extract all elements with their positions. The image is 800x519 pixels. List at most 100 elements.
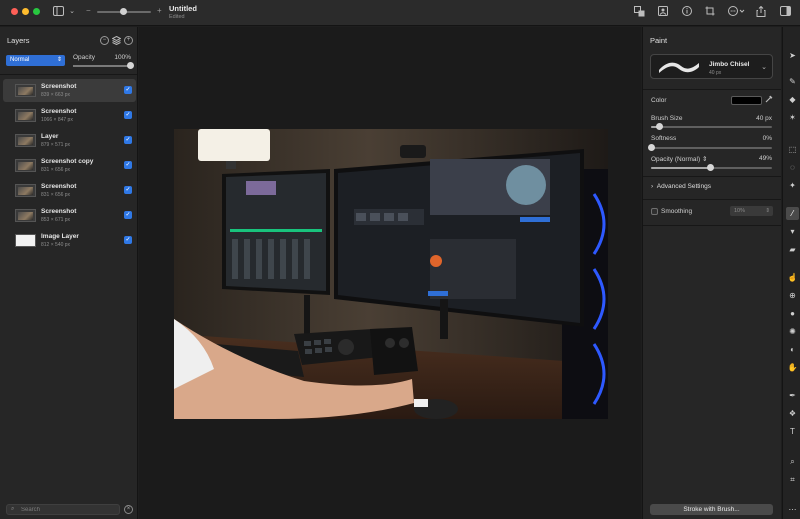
paint-opacity-slider[interactable] <box>651 164 772 171</box>
rect-select-icon[interactable]: ⬚ <box>786 143 799 156</box>
advanced-settings-toggle[interactable]: › Advanced Settings <box>651 183 711 190</box>
brush-picker[interactable]: Jimbo Chisel 40 px ⌄ <box>650 54 773 79</box>
zoom-window-button[interactable] <box>33 8 40 15</box>
zoom-out-icon[interactable]: − <box>86 6 91 15</box>
layer-row[interactable]: Screenshot 839 × 663 px ✓ <box>3 79 136 102</box>
layer-thumbnail <box>15 184 36 197</box>
layer-dimensions: 831 × 656 px <box>41 167 71 173</box>
layer-thumbnail <box>15 134 36 147</box>
brush-size-knob[interactable] <box>656 123 664 130</box>
smoothing-checkbox[interactable] <box>651 208 658 215</box>
layer-dimensions: 831 × 656 px <box>41 192 71 198</box>
canvas-area[interactable] <box>139 27 641 519</box>
paint-panel: Paint Jimbo Chisel 40 px ⌄ Color Brush S… <box>642 27 781 519</box>
layer-visibility-checkbox[interactable]: ✓ <box>124 211 132 219</box>
zoom-in-icon[interactable]: + <box>157 6 162 15</box>
layer-opacity-value: 100% <box>114 54 131 61</box>
zoom-tool-icon[interactable]: ⌕ <box>786 455 799 468</box>
pointer-tool-icon[interactable]: ➤ <box>786 49 799 62</box>
minimize-window-button[interactable] <box>22 8 29 15</box>
layer-visibility-checkbox[interactable]: ✓ <box>124 161 132 169</box>
paint-opacity-knob[interactable] <box>707 164 715 171</box>
zoom-slider-knob[interactable] <box>120 8 127 15</box>
add-layer-icon[interactable]: + <box>124 36 133 45</box>
smudge-icon[interactable]: ☝ <box>786 271 799 284</box>
more-options-icon[interactable] <box>727 6 745 18</box>
layer-row[interactable]: Layer 879 × 571 px ✓ <box>3 129 136 152</box>
layer-row[interactable]: Image Layer 812 × 540 px ✓ <box>3 229 136 252</box>
layer-visibility-checkbox[interactable]: ✓ <box>124 236 132 244</box>
star-tool-icon[interactable]: ✶ <box>786 111 799 124</box>
layer-row[interactable]: Screenshot copy 831 × 656 px ✓ <box>3 154 136 177</box>
layers-panel: Layers − + Normal ⇕ Opacity 100% Screens… <box>0 27 138 519</box>
layer-dimensions: 812 × 540 px <box>41 242 71 248</box>
dodge-icon[interactable]: ◐ <box>786 343 799 356</box>
share-icon[interactable] <box>755 5 767 18</box>
shape-tool-icon[interactable]: ◆ <box>786 93 799 106</box>
layer-stack-icon[interactable] <box>111 35 122 46</box>
layers-panel-title: Layers <box>7 36 30 45</box>
layer-visibility-checkbox[interactable]: ✓ <box>124 186 132 194</box>
layer-dimensions: 1066 × 847 px <box>41 117 73 123</box>
paint-opacity-value: 49% <box>758 155 772 162</box>
sidebar-toggle-icon[interactable] <box>52 6 64 18</box>
layer-opacity-knob[interactable] <box>127 62 134 69</box>
layer-visibility-checkbox[interactable]: ✓ <box>124 111 132 119</box>
canvas-photo[interactable] <box>174 129 608 419</box>
shapes-icon[interactable]: ❖ <box>786 407 799 420</box>
sharpen-icon[interactable]: ✺ <box>786 325 799 338</box>
layer-thumbnail <box>15 109 36 122</box>
layer-search-input[interactable] <box>21 506 117 514</box>
paint-bucket-icon[interactable]: ▾ <box>786 225 799 238</box>
pen-tool-icon[interactable]: ✎ <box>786 75 799 88</box>
layer-row[interactable]: Screenshot 831 × 656 px ✓ <box>3 179 136 202</box>
remove-layer-icon[interactable]: − <box>100 36 109 45</box>
paint-opacity-fill <box>651 167 711 169</box>
more-tools-icon[interactable]: ⋯ <box>786 503 799 516</box>
layer-dimensions: 839 × 663 px <box>41 92 71 98</box>
lasso-select-icon[interactable]: ◌ <box>786 161 799 174</box>
smoothing-select[interactable]: 10% ⇕ <box>730 206 773 216</box>
softness-slider[interactable] <box>648 144 772 151</box>
chevron-down-icon: ⌄ <box>761 64 767 71</box>
stroke-with-brush-button[interactable]: Stroke with Brush... <box>650 504 773 515</box>
blend-mode-select[interactable]: Normal ⇕ <box>6 55 65 66</box>
layer-opacity-slider[interactable] <box>73 65 130 67</box>
brush-tool-icon[interactable]: ⁄ <box>786 207 799 220</box>
close-window-button[interactable] <box>11 8 18 15</box>
info-icon[interactable] <box>681 6 693 18</box>
chevron-down-icon[interactable]: ⌄ <box>66 6 78 18</box>
brush-stroke-preview <box>659 62 699 73</box>
document-status: Edited <box>169 14 185 20</box>
hand-retouch-icon[interactable]: ✋ <box>786 361 799 374</box>
text-tool-icon[interactable]: T <box>786 425 799 438</box>
inspector-toggle-icon[interactable] <box>779 6 791 18</box>
vector-pen-icon[interactable]: ✒ <box>786 389 799 402</box>
layer-row[interactable]: Screenshot 1066 × 847 px ✓ <box>3 104 136 127</box>
color-label: Color <box>651 97 667 104</box>
arrange-icon[interactable] <box>633 6 645 18</box>
layer-row[interactable]: Screenshot 853 × 671 px ✓ <box>3 204 136 227</box>
blur-icon[interactable]: ● <box>786 307 799 320</box>
layer-dimensions: 853 × 671 px <box>41 217 71 223</box>
brush-size-slider[interactable] <box>651 123 772 130</box>
paint-opacity-label[interactable]: Opacity (Normal) ⇕ <box>651 155 707 163</box>
eyedropper-icon[interactable] <box>764 95 774 105</box>
select-arrows-icon: ⇕ <box>56 57 62 63</box>
crop-frame-icon[interactable] <box>704 6 716 18</box>
layer-visibility-checkbox[interactable]: ✓ <box>124 86 132 94</box>
softness-knob[interactable] <box>648 144 655 151</box>
image-icon[interactable] <box>657 6 669 18</box>
color-swatch[interactable] <box>731 96 762 105</box>
clear-search-icon[interactable]: × <box>124 505 133 514</box>
crop-tool-icon[interactable]: ⌗ <box>786 473 799 486</box>
layer-opacity-label: Opacity <box>73 54 96 61</box>
clone-icon[interactable]: ⊕ <box>786 289 799 302</box>
brush-size-label: Brush Size <box>651 115 683 122</box>
layer-dimensions: 879 × 571 px <box>41 142 71 148</box>
magic-select-icon[interactable]: ✦ <box>786 179 799 192</box>
smoothing-label: Smoothing <box>661 208 693 215</box>
eraser-icon[interactable]: ▰ <box>786 243 799 256</box>
layer-visibility-checkbox[interactable]: ✓ <box>124 136 132 144</box>
layer-search-box[interactable]: ⌕ <box>6 504 120 515</box>
